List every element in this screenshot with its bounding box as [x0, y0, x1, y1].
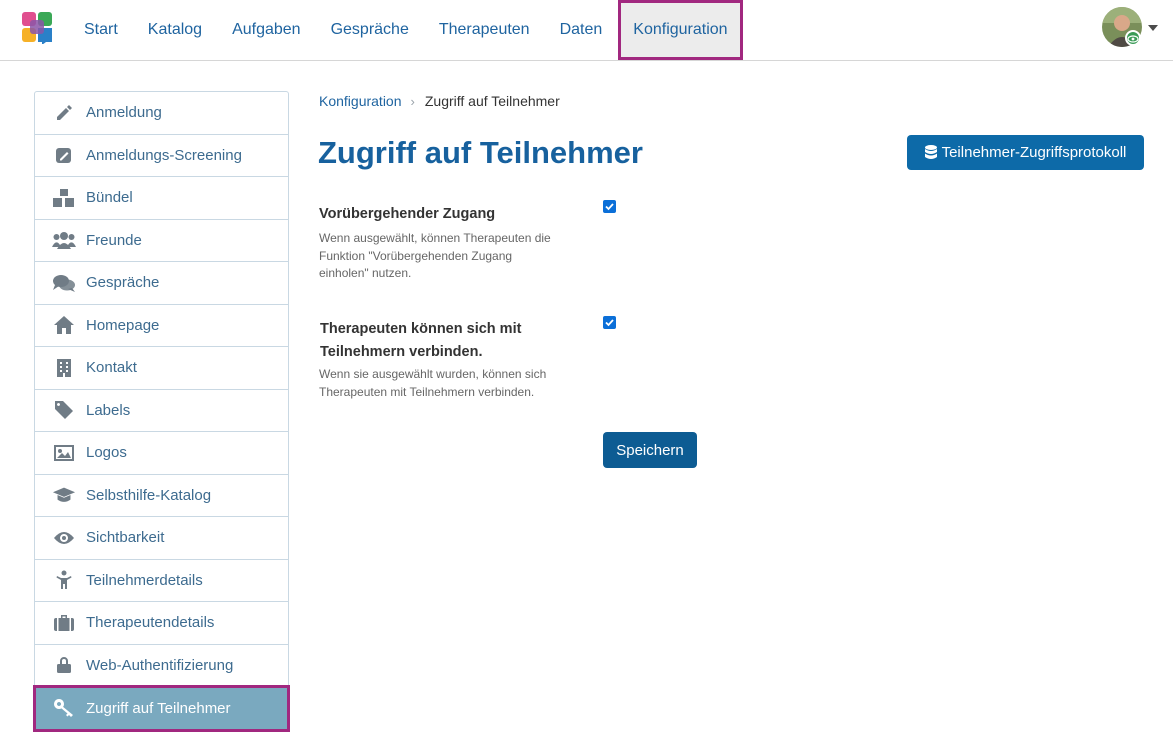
help-line: Wenn ausgewählt, können Therapeuten die: [319, 231, 551, 245]
nav-daten[interactable]: Daten: [545, 0, 618, 60]
config-sidebar: Anmeldung Anmeldungs-Screening Bündel Fr…: [33, 91, 290, 732]
nav-gespraeche[interactable]: Gespräche: [316, 0, 424, 60]
edit-square-icon: [52, 145, 76, 165]
help-line: Therapeuten mit Teilnehmern verbinden.: [319, 384, 535, 399]
sidebar-item-label: Logos: [86, 444, 127, 462]
breadcrumb-link-konfiguration[interactable]: Konfiguration: [319, 93, 402, 109]
sidebar-item-logos[interactable]: Logos: [35, 432, 288, 475]
tag-icon: [52, 400, 76, 420]
sidebar-item-label: Gespräche: [86, 274, 160, 292]
sidebar-item-therapeutendetails[interactable]: Therapeutendetails: [35, 602, 288, 645]
sidebar-item-web-authentifizierung[interactable]: Web-Authentifizierung: [35, 645, 288, 687]
nav-aufgaben[interactable]: Aufgaben: [217, 0, 316, 60]
app-logo-icon[interactable]: [22, 12, 52, 45]
nav-katalog[interactable]: Katalog: [133, 0, 217, 60]
cubes-icon: [52, 188, 76, 208]
sidebar-item-label: Sichtbarkeit: [86, 529, 165, 547]
sidebar-item-homepage[interactable]: Homepage: [35, 305, 288, 347]
lock-icon: [52, 655, 76, 675]
child-icon: [52, 570, 76, 590]
eye-badge-icon: [1125, 30, 1141, 46]
setting-help-temporary-access: Wenn ausgewählt, können Therapeuten die …: [319, 230, 579, 283]
sidebar-item-label: Bündel: [86, 189, 133, 207]
sidebar-item-label: Kontakt: [86, 359, 137, 377]
breadcrumb: Konfiguration › Zugriff auf Teilnehmer: [319, 93, 560, 109]
image-icon: [52, 443, 76, 463]
sidebar-item-label: Homepage: [86, 316, 160, 334]
sidebar-item-label: Selbsthilfe-Katalog: [86, 486, 212, 504]
setting-label-therapist-connect: Therapeuten können sich mit Teilnehmern …: [320, 318, 521, 364]
home-icon: [52, 315, 76, 335]
label-line: Therapeuten können sich mit: [320, 321, 522, 337]
access-log-button-label: Teilnehmer-Zugriffsprotokoll: [941, 144, 1127, 161]
chevron-right-icon: ›: [410, 93, 415, 109]
sidebar-item-anmeldung[interactable]: Anmeldung: [35, 92, 288, 135]
building-icon: [52, 358, 76, 378]
setting-help-therapist-connect: Wenn sie ausgewählt wurden, können sich …: [319, 366, 579, 401]
sidebar-item-anmeldungs-screening[interactable]: Anmeldungs-Screening: [35, 135, 288, 177]
temporary-access-checkbox[interactable]: [603, 200, 616, 213]
suitcase-icon: [52, 613, 76, 633]
sidebar-item-label: Therapeutendetails: [86, 614, 215, 632]
breadcrumb-current: Zugriff auf Teilnehmer: [424, 93, 560, 109]
nav-konfiguration[interactable]: Konfiguration: [618, 0, 743, 60]
setting-label-temporary-access: Vorübergehender Zugang: [319, 206, 496, 222]
pencil-icon: [52, 103, 76, 123]
sidebar-item-label: Zugriff auf Teilnehmer: [86, 699, 231, 717]
save-button[interactable]: Speichern: [603, 432, 697, 468]
sidebar-item-label: Freunde: [86, 231, 142, 249]
sidebar-item-label: Labels: [86, 401, 131, 419]
sidebar-item-selbsthilfe-katalog[interactable]: Selbsthilfe-Katalog: [35, 475, 288, 517]
help-line: Wenn sie ausgewählt wurden, können sich: [319, 367, 547, 381]
page-title: Zugriff auf Teilnehmer: [318, 135, 643, 170]
sidebar-item-label: Anmeldungs-Screening: [86, 146, 242, 164]
sidebar-item-gespraeche[interactable]: Gespräche: [35, 262, 288, 305]
eye-icon: [52, 528, 76, 548]
sidebar-item-sichtbarkeit[interactable]: Sichtbarkeit: [35, 517, 288, 560]
sidebar-item-label: Anmeldung: [86, 104, 162, 122]
nav-start[interactable]: Start: [69, 0, 133, 60]
therapist-connect-checkbox[interactable]: [603, 316, 616, 329]
sidebar-item-label: Web-Authentifizierung: [86, 656, 234, 674]
sidebar-item-zugriff-auf-teilnehmer[interactable]: Zugriff auf Teilnehmer: [33, 685, 290, 732]
sidebar-item-teilnehmerdetails[interactable]: Teilnehmerdetails: [35, 560, 288, 602]
sidebar-item-label: Teilnehmerdetails: [86, 571, 203, 589]
database-icon: [924, 145, 937, 159]
comments-icon: [52, 273, 76, 293]
sidebar-item-buendel[interactable]: Bündel: [35, 177, 288, 220]
sidebar-item-labels[interactable]: Labels: [35, 390, 288, 432]
sidebar-item-freunde[interactable]: Freunde: [35, 220, 288, 262]
chevron-down-icon[interactable]: [1148, 25, 1158, 31]
help-line: einholen" nutzen.: [319, 266, 412, 280]
top-navbar: Start Katalog Aufgaben Gespräche Therape…: [0, 0, 1173, 61]
key-icon: [52, 698, 76, 718]
sidebar-item-kontakt[interactable]: Kontakt: [35, 347, 288, 390]
access-log-button[interactable]: Teilnehmer-Zugriffsprotokoll: [907, 135, 1144, 170]
nav-therapeuten[interactable]: Therapeuten: [424, 0, 545, 60]
help-line: Funktion "Vorübergehenden Zugang: [319, 248, 513, 263]
graduation-cap-icon: [52, 485, 76, 505]
users-icon: [52, 230, 76, 250]
label-line: Teilnehmern verbinden.: [320, 344, 483, 360]
